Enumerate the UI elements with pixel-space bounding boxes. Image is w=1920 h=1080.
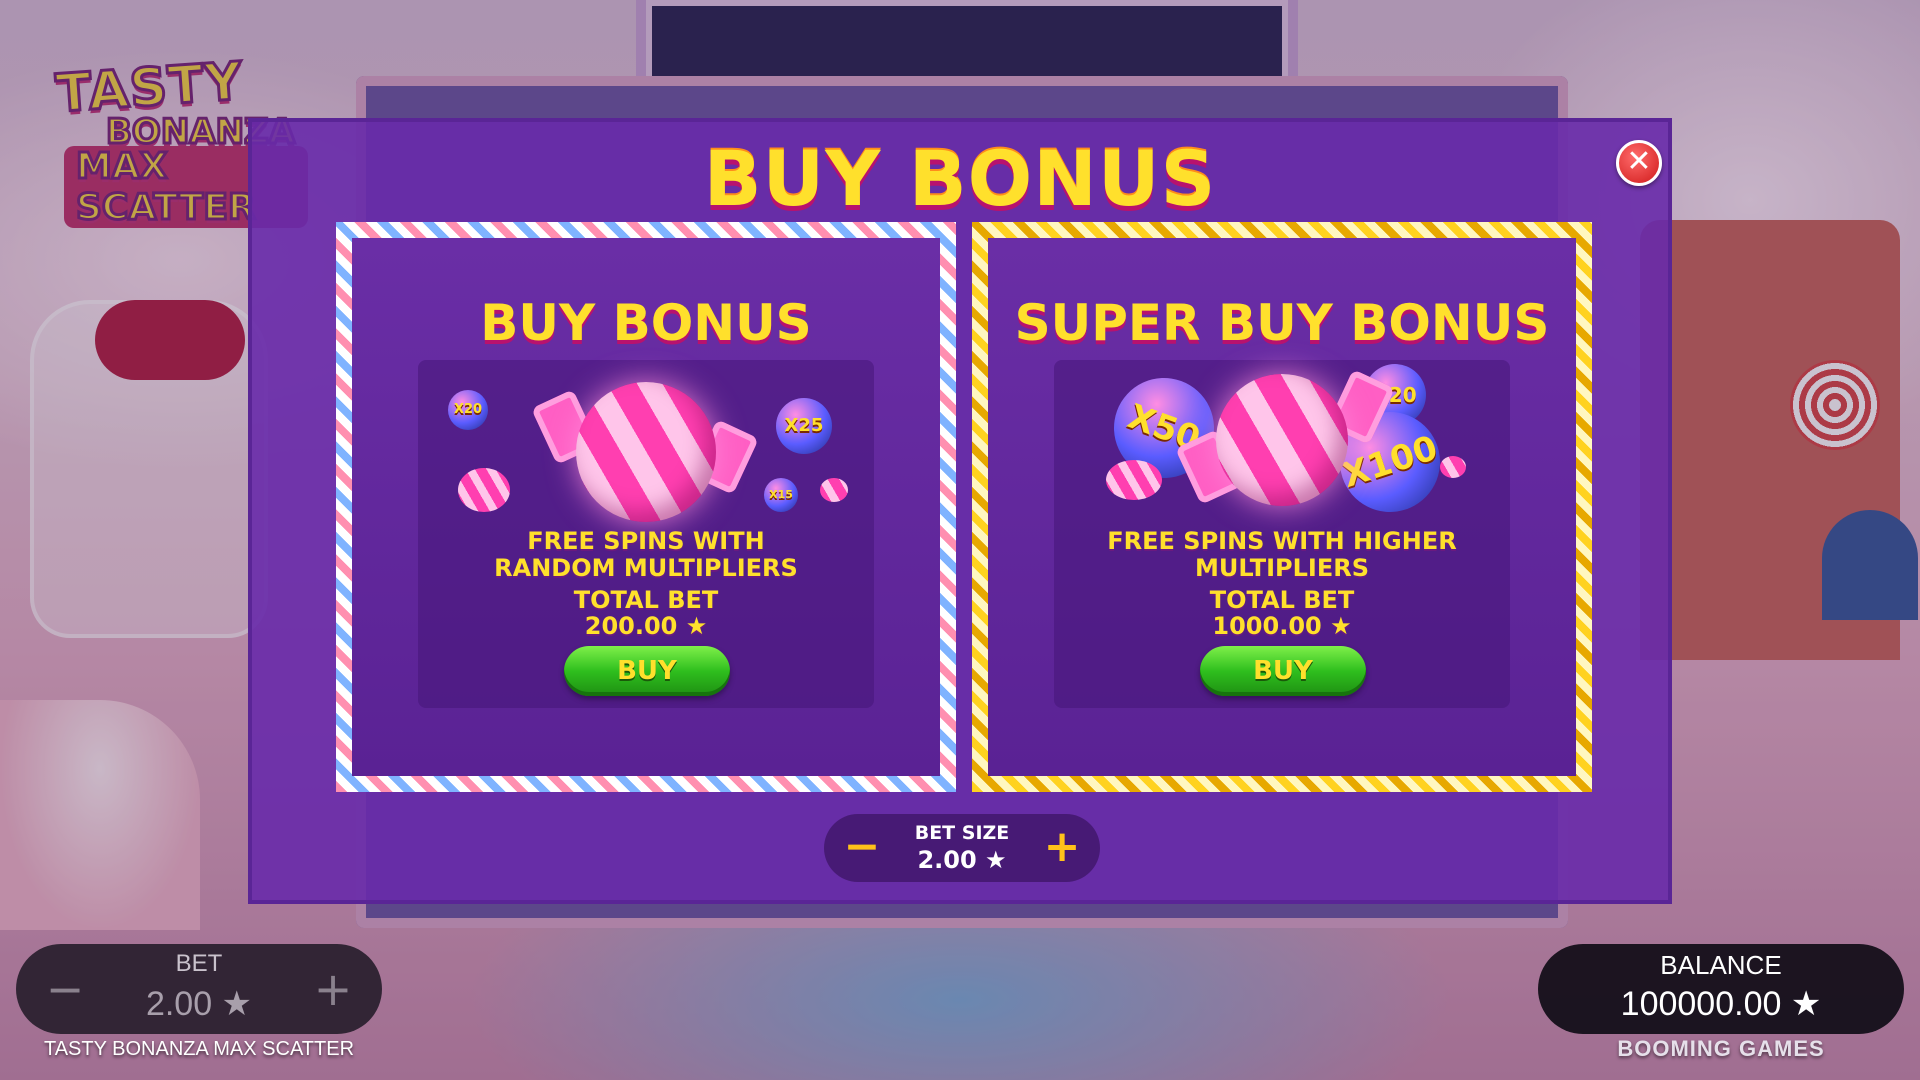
description-line: FREE SPINS WITH [527,527,765,555]
multiplier-orb: X20 [448,390,488,430]
card-title: SUPER BUY BONUS [1014,294,1550,352]
striped-candy-ball [1216,374,1348,506]
small-candy [1440,456,1466,478]
buy-bonus-modal: BUY BONUS ✕ BUY BONUS X20 X25 X15 FREE S… [248,118,1672,904]
modal-title: BUY BONUS [703,134,1217,223]
small-candy [458,468,510,512]
total-bet-value: 1000.00 ★ [1212,612,1352,640]
buy-bonus-button[interactable]: BUY [564,646,730,696]
bonus-description: FREE SPINS WITH RANDOM MULTIPLIERS [418,528,874,582]
total-bet-label: TOTAL BET [573,586,719,614]
candy-illustration: X50 X20 X100 [1054,360,1510,530]
game-name-label: TASTY BONANZA MAX SCATTER [43,1038,355,1060]
bet-panel: − BET 2.00 ★ + [16,944,382,1034]
small-candy [820,478,848,502]
super-buy-bonus-card: SUPER BUY BONUS X50 X20 X100 FREE SPINS … [972,222,1592,792]
bet-size-increase-button[interactable]: + [1038,824,1086,872]
card-title: BUY BONUS [480,294,812,352]
brand-logo: BOOMING GAMES [1617,1036,1825,1061]
card-content: X20 X25 X15 FREE SPINS WITH RANDOM MULTI… [418,360,874,708]
bonus-description: FREE SPINS WITH HIGHER MULTIPLIERS [1054,528,1510,582]
description-line: MULTIPLIERS [1195,554,1369,582]
description-line: RANDOM MULTIPLIERS [494,554,798,582]
buy-bonus-card: BUY BONUS X20 X25 X15 FREE SPINS WITH RA… [336,222,956,792]
bet-size-control: − BET SIZE 2.00 ★ + [824,814,1100,882]
candy-illustration: X20 X25 X15 [418,360,874,530]
balance-value: 100000.00 ★ [1620,985,1822,1023]
super-buy-bonus-button[interactable]: BUY [1200,646,1366,696]
close-button[interactable]: ✕ [1616,140,1662,186]
multiplier-orb: X25 [776,398,832,454]
small-candy [1106,460,1162,500]
bet-increase-button[interactable]: + [308,966,358,1016]
card-content: X50 X20 X100 FREE SPINS WITH HIGHER MULT… [1054,360,1510,708]
balance-label: BALANCE [1660,950,1782,980]
description-line: FREE SPINS WITH HIGHER [1107,527,1457,555]
striped-candy-ball [576,382,716,522]
multiplier-orb: X15 [764,478,798,512]
total-bet-value: 200.00 ★ [584,612,708,640]
balance-panel: BALANCE 100000.00 ★ [1538,944,1904,1034]
total-bet-label: TOTAL BET [1209,586,1355,614]
